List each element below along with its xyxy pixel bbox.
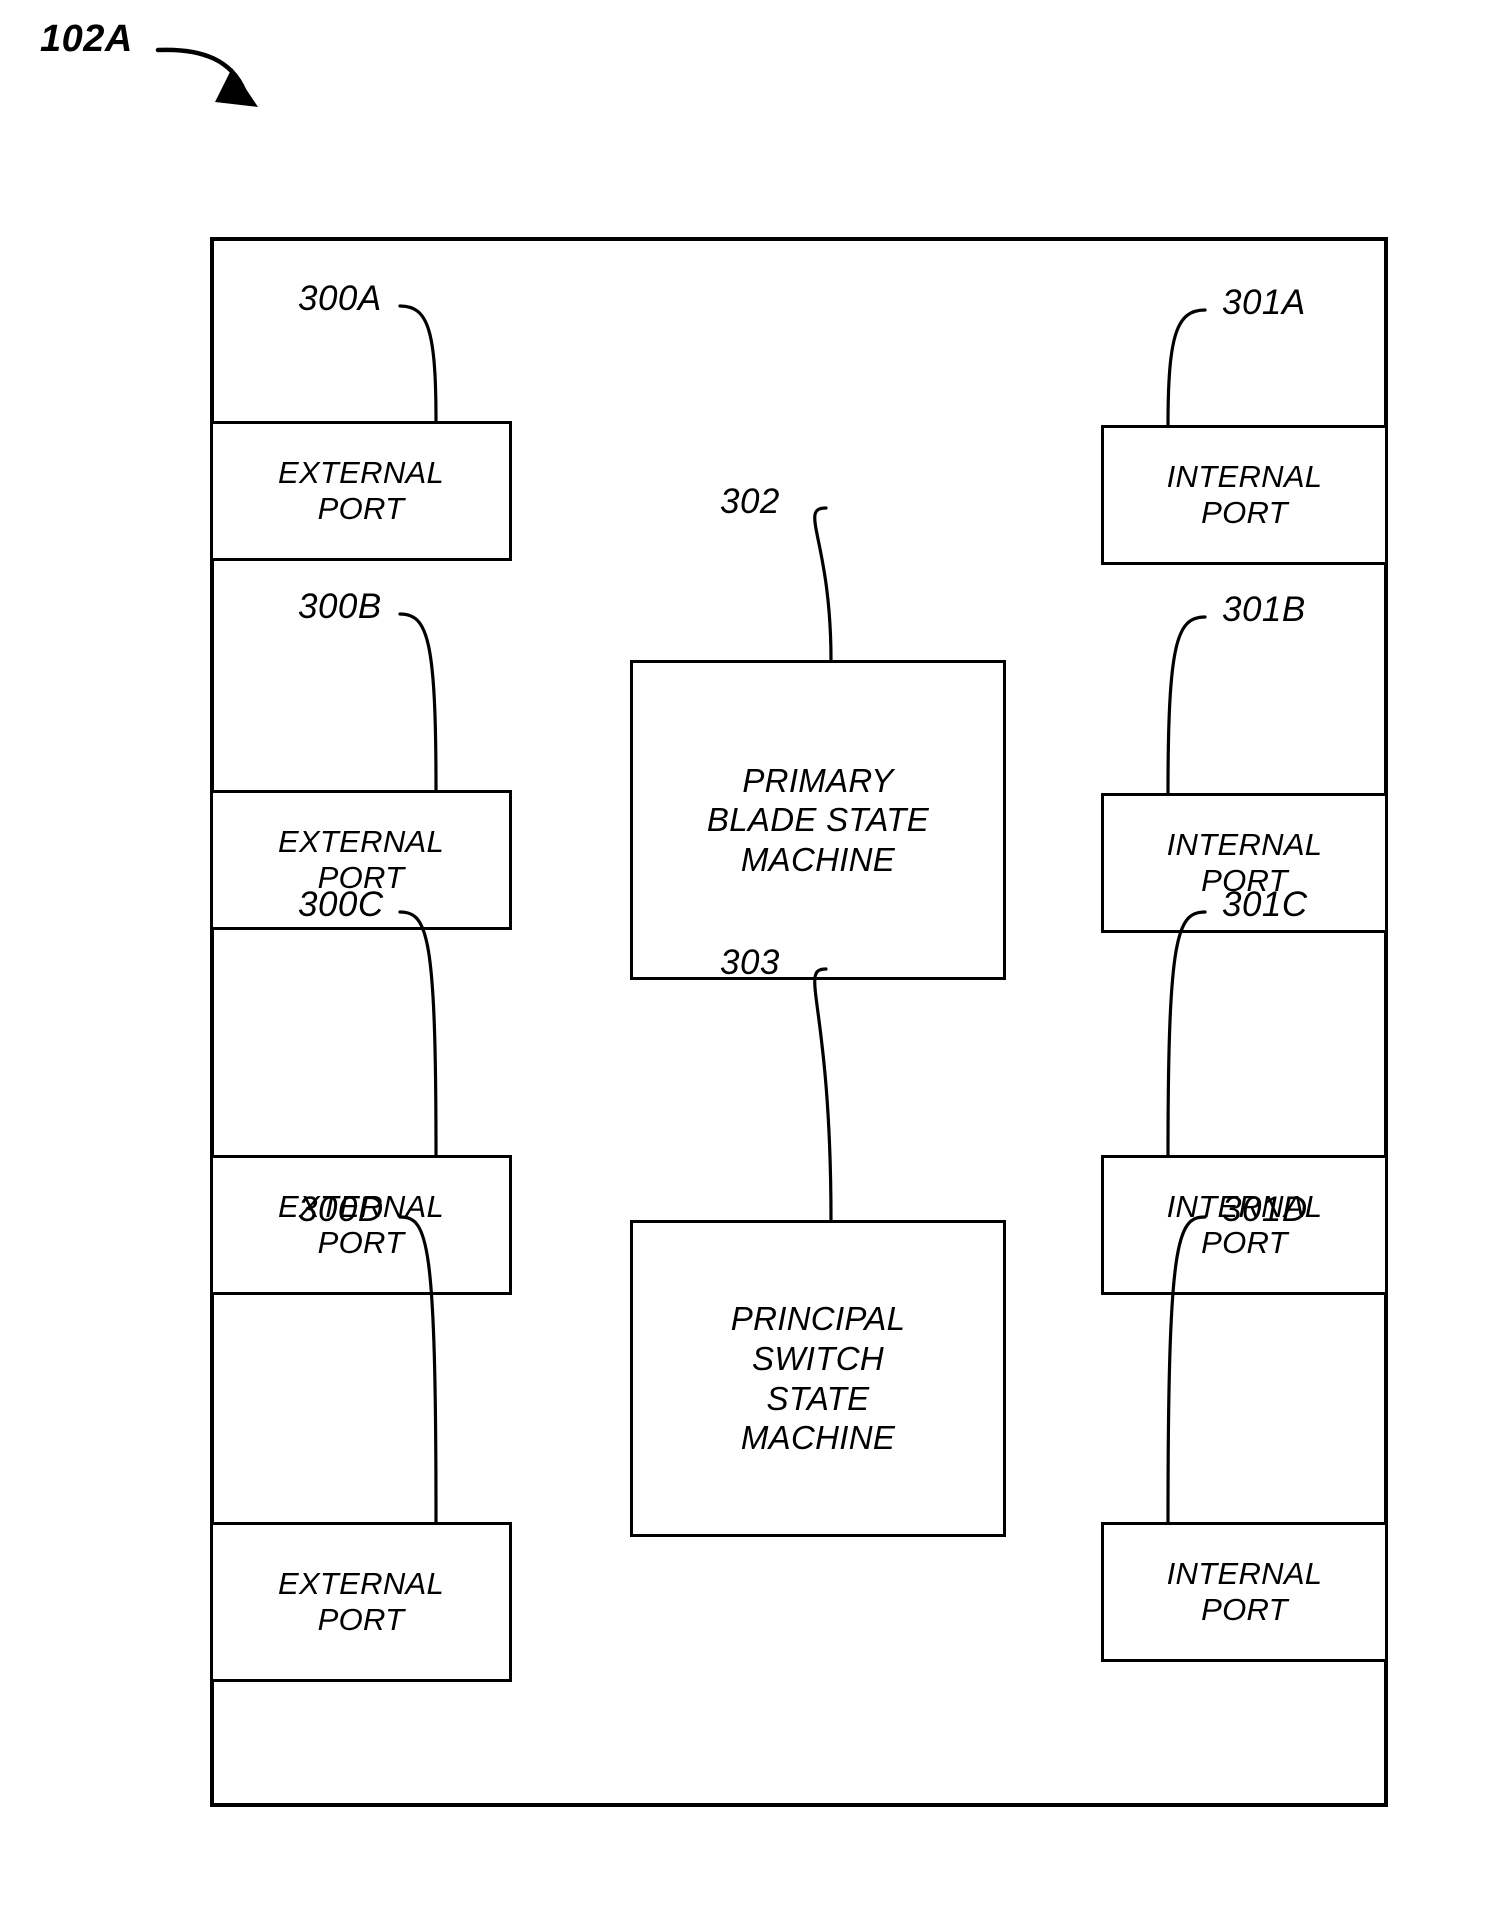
external-port-label: EXTERNAL PORT — [277, 1566, 445, 1637]
state-machine-label: PRINCIPAL SWITCH STATE MACHINE — [730, 1300, 906, 1457]
ref-callout-300B: 300B — [298, 587, 382, 626]
external-port-box-300D[interactable]: EXTERNAL PORT — [210, 1522, 512, 1682]
ref-callout-303: 303 — [720, 943, 780, 982]
state-machine-box-302[interactable]: PRIMARY BLADE STATE MACHINE — [630, 660, 1006, 980]
external-port-box-300A[interactable]: EXTERNAL PORT — [210, 421, 512, 561]
ref-callout-301A: 301A — [1222, 283, 1306, 322]
internal-port-box-301D[interactable]: INTERNAL PORT — [1101, 1522, 1388, 1662]
ref-callout-301B: 301B — [1222, 590, 1306, 629]
state-machine-box-303[interactable]: PRINCIPAL SWITCH STATE MACHINE — [630, 1220, 1006, 1537]
figure-tag-leader — [155, 47, 247, 93]
patent-figure: 102A EXTERNAL PORT 300A EXTERNAL PORT 30… — [0, 0, 1511, 1907]
ref-callout-301D: 301D — [1222, 1190, 1308, 1229]
internal-port-box-301A[interactable]: INTERNAL PORT — [1101, 425, 1388, 565]
state-machine-label: PRIMARY BLADE STATE MACHINE — [706, 761, 930, 878]
internal-port-label: INTERNAL PORT — [1166, 1556, 1323, 1627]
ref-callout-302: 302 — [720, 482, 780, 521]
figure-reference-tag: 102A — [40, 18, 133, 60]
external-port-label: EXTERNAL PORT — [277, 455, 445, 526]
ref-callout-301C: 301C — [1222, 885, 1308, 924]
ref-callout-300D: 300D — [298, 1190, 384, 1229]
ref-callout-300C: 300C — [298, 885, 384, 924]
ref-callout-300A: 300A — [298, 279, 382, 318]
internal-port-label: INTERNAL PORT — [1166, 459, 1323, 530]
figure-tag-arrowhead — [215, 68, 258, 107]
